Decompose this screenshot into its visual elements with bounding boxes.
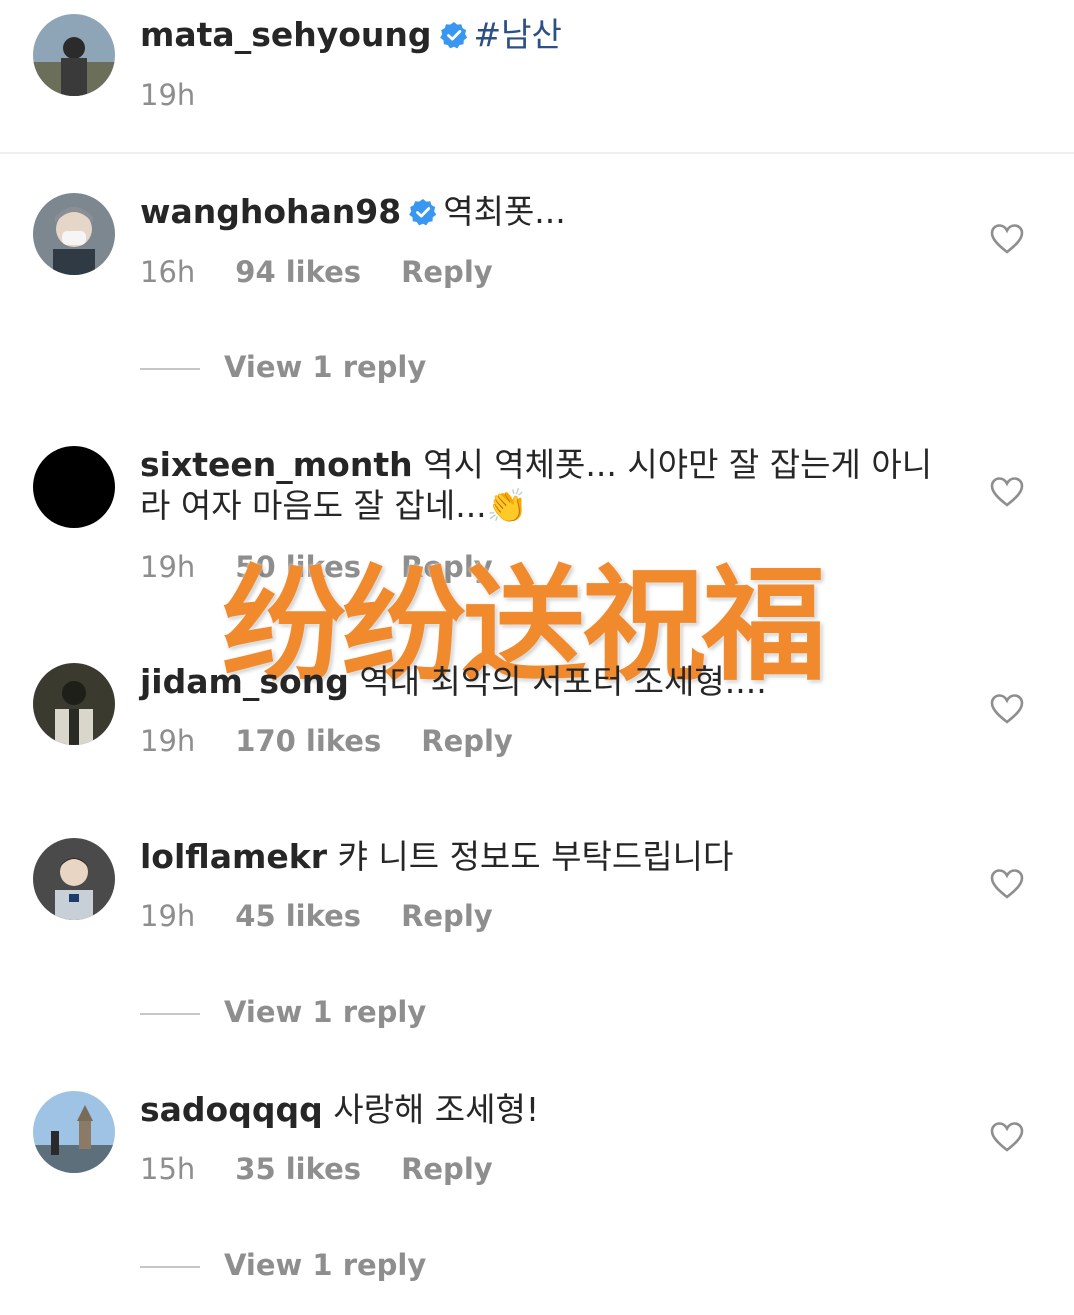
timestamp: 19h xyxy=(140,550,196,584)
comment-text: 캬 니트 정보도 부탁드립니다 xyxy=(337,837,734,876)
comment-text: 역최폿... xyxy=(443,192,566,231)
heart-outline-icon[interactable] xyxy=(990,869,1024,899)
divider xyxy=(0,152,1074,154)
avatar[interactable] xyxy=(33,14,115,96)
avatar[interactable] xyxy=(33,446,115,528)
avatar[interactable] xyxy=(33,838,115,920)
heart-outline-icon[interactable] xyxy=(990,224,1024,254)
timestamp: 15h xyxy=(140,1152,196,1186)
thread-line xyxy=(140,368,200,370)
comment-text: 역대 최악의 서포터 조세형.... xyxy=(359,662,767,701)
heart-outline-icon[interactable] xyxy=(990,477,1024,507)
post-meta: 19h xyxy=(140,78,235,112)
likes-count[interactable]: 35 likes xyxy=(235,1152,361,1186)
reply-button[interactable]: Reply xyxy=(401,1152,493,1186)
timestamp: 19h xyxy=(140,724,196,758)
reply-button[interactable]: Reply xyxy=(401,255,493,289)
avatar[interactable] xyxy=(33,663,115,745)
username[interactable]: mata_sehyoung xyxy=(140,15,432,54)
username[interactable]: wanghohan98 xyxy=(140,192,401,231)
hashtag-link[interactable]: #남산 xyxy=(474,15,562,54)
timestamp: 16h xyxy=(140,255,196,289)
reply-button[interactable]: Reply xyxy=(421,724,513,758)
username[interactable]: lolflamekr xyxy=(140,837,327,876)
avatar[interactable] xyxy=(33,1091,115,1173)
likes-count[interactable]: 94 likes xyxy=(235,255,361,289)
avatar[interactable] xyxy=(33,193,115,275)
comment-text: 역시 역체폿... 시야만 잘 잡는게 아니 xyxy=(423,445,933,484)
comment-text: 사랑해 조세형! xyxy=(333,1090,540,1129)
comment-text-continued: 라 여자 마음도 잘 잡네...👏 xyxy=(140,486,528,525)
thread-line xyxy=(140,1266,200,1268)
username[interactable]: sadoqqqq xyxy=(140,1090,323,1129)
verified-badge-icon xyxy=(409,194,437,226)
username[interactable]: sixteen_month xyxy=(140,445,413,484)
likes-count[interactable]: 170 likes xyxy=(235,724,381,758)
likes-count[interactable]: 45 likes xyxy=(235,899,361,933)
username[interactable]: jidam_song xyxy=(140,662,349,701)
heart-outline-icon[interactable] xyxy=(990,1122,1024,1152)
timestamp: 19h xyxy=(140,78,196,112)
thread-line xyxy=(140,1013,200,1015)
heart-outline-icon[interactable] xyxy=(990,694,1024,724)
verified-badge-icon xyxy=(439,17,468,49)
timestamp: 19h xyxy=(140,899,196,933)
reply-button[interactable]: Reply xyxy=(401,899,493,933)
post-caption: mata_sehyoung #남산 xyxy=(140,14,944,55)
